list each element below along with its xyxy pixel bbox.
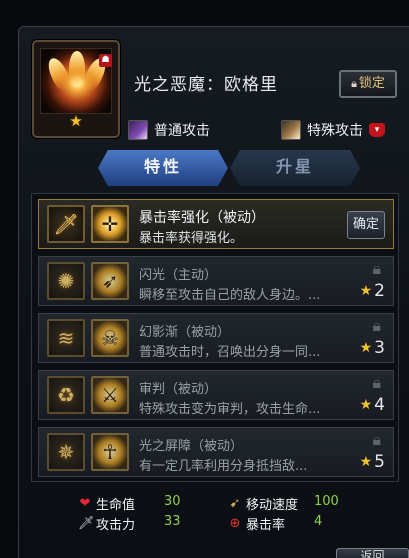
padlock-icon: 🔒︎ xyxy=(372,430,381,449)
boot-icon: ➹ xyxy=(229,496,241,511)
stat-attack: 🗡︎ 攻击力 xyxy=(78,514,135,533)
skill-row[interactable]: 🗡︎ ✛ 暴击率强化（被动） 暴击率获得强化。 确定 xyxy=(38,199,394,249)
skill-desc: 瞬移至攻击自己的敌人身边。... xyxy=(139,288,321,303)
required-stars: ★ 2 xyxy=(360,281,385,301)
normal-attack-icon xyxy=(128,120,148,140)
star-icon: ★ xyxy=(359,283,373,299)
skill-name: 闪光（主动） xyxy=(139,268,218,283)
crosshair-icon: ⊕ xyxy=(229,516,241,531)
stat-crit-value: 4 xyxy=(314,514,323,529)
skill-name: 审判（被动） xyxy=(139,382,218,397)
required-stars-value: 5 xyxy=(374,452,385,472)
skill-name: 光之屏障（被动） xyxy=(139,439,244,454)
stat-crit: ⊕ 暴击率 xyxy=(228,514,285,533)
back-button[interactable]: 返回 xyxy=(336,548,409,558)
stat-speed-label: 移动速度 xyxy=(246,498,299,513)
stat-hp-value: 30 xyxy=(164,494,181,509)
skill-list: 🗡︎ ✛ 暴击率强化（被动） 暴击率获得强化。 确定 ✺ ➶ 闪光（主动） 瞬移… xyxy=(31,193,399,482)
stat-crit-label: 暴击率 xyxy=(246,518,286,533)
sunburst-icon: ✺ xyxy=(47,262,85,300)
skill-desc: 特殊攻击变为审判，攻击生命... xyxy=(139,402,321,417)
devil-badge-icon: ☗ xyxy=(99,54,112,67)
crosshair-icon: ✛ xyxy=(91,205,129,243)
skill-row[interactable]: ♻︎ ⚔︎ 审判（被动） 特殊攻击变为审判，攻击生命... 🔒︎ ★ 4 xyxy=(38,370,394,420)
lock-button-label: 锁定 xyxy=(358,76,385,91)
skill-row[interactable]: ✵ ☥ 光之屏障（被动） 有一定几率利用分身抵挡敌... 🔒︎ ★ 5 xyxy=(38,427,394,477)
stat-attack-value: 33 xyxy=(164,514,181,529)
special-attack-icon xyxy=(281,120,301,140)
normal-attack-label: 普通攻击 xyxy=(154,123,210,139)
special-attack-label: 特殊攻击 xyxy=(307,123,363,139)
special-attack[interactable]: 特殊攻击 ▾ xyxy=(281,119,385,141)
hero-stats: ❤ 生命值 30 ➹ 移动速度 100 🗡︎ 攻击力 33 ⊕ 暴击率 4 xyxy=(78,494,378,534)
sword-icon: 🗡︎ xyxy=(47,205,85,243)
crossed-blades-icon: ⚔︎ xyxy=(91,376,129,414)
normal-attack[interactable]: 普通攻击 xyxy=(128,119,210,141)
padlock-icon: 🔒︎ xyxy=(372,259,381,278)
skill-desc: 有一定几率利用分身抵挡敌... xyxy=(139,459,308,474)
padlock-icon: 🔒︎ xyxy=(372,373,381,392)
star-icon: ★ xyxy=(359,454,373,470)
skill-desc: 暴击率获得强化。 xyxy=(139,231,244,246)
required-stars-value: 4 xyxy=(374,395,385,415)
padlock-icon: 🔒︎ xyxy=(372,316,381,335)
skill-name: 幻影渐（被动） xyxy=(139,325,231,340)
sword-icon: 🗡︎ xyxy=(78,516,95,531)
stat-attack-label: 攻击力 xyxy=(96,518,136,533)
cycle-icon: ♻︎ xyxy=(47,376,85,414)
skill-row[interactable]: ≋ ☠ 幻影渐（被动） 普通攻击时，召唤出分身一同... 🔒︎ ★ 3 xyxy=(38,313,394,363)
tab-star-up[interactable]: 升星 xyxy=(230,150,360,186)
stat-hp: ❤ 生命值 xyxy=(78,494,135,513)
stat-speed: ➹ 移动速度 xyxy=(228,494,298,513)
hero-star-icon: ★ xyxy=(69,112,83,130)
hero-name: 光之恶魔：欧格里 xyxy=(134,75,278,95)
slash-icon: ≋ xyxy=(47,319,85,357)
body-icon: ☥ xyxy=(91,433,129,471)
heart-icon: ❤ xyxy=(79,496,91,511)
tab-traits[interactable]: 特性 xyxy=(98,150,228,186)
devil-icon: ▾ xyxy=(369,123,385,137)
confirm-button[interactable]: 确定 xyxy=(347,211,385,239)
lock-button[interactable]: 🔒︎ 锁定 xyxy=(339,70,397,98)
stat-speed-value: 100 xyxy=(314,494,339,509)
required-stars: ★ 4 xyxy=(360,395,385,415)
skill-name: 暴击率强化（被动） xyxy=(139,210,265,226)
padlock-icon: 🔒︎ xyxy=(351,77,357,90)
required-stars-value: 3 xyxy=(374,338,385,358)
skull-icon: ☠ xyxy=(91,319,129,357)
shuriken-icon: ✵ xyxy=(47,433,85,471)
star-icon: ★ xyxy=(359,340,373,356)
stat-hp-label: 生命值 xyxy=(96,498,136,513)
dash-icon: ➶ xyxy=(91,262,129,300)
required-stars: ★ 5 xyxy=(360,452,385,472)
skill-desc: 普通攻击时，召唤出分身一同... xyxy=(139,345,321,360)
star-icon: ★ xyxy=(359,397,373,413)
hero-portrait-card[interactable]: ☗ ★ xyxy=(32,40,120,138)
required-stars-value: 2 xyxy=(374,281,385,301)
skill-row[interactable]: ✺ ➶ 闪光（主动） 瞬移至攻击自己的敌人身边。... 🔒︎ ★ 2 xyxy=(38,256,394,306)
required-stars: ★ 3 xyxy=(360,338,385,358)
